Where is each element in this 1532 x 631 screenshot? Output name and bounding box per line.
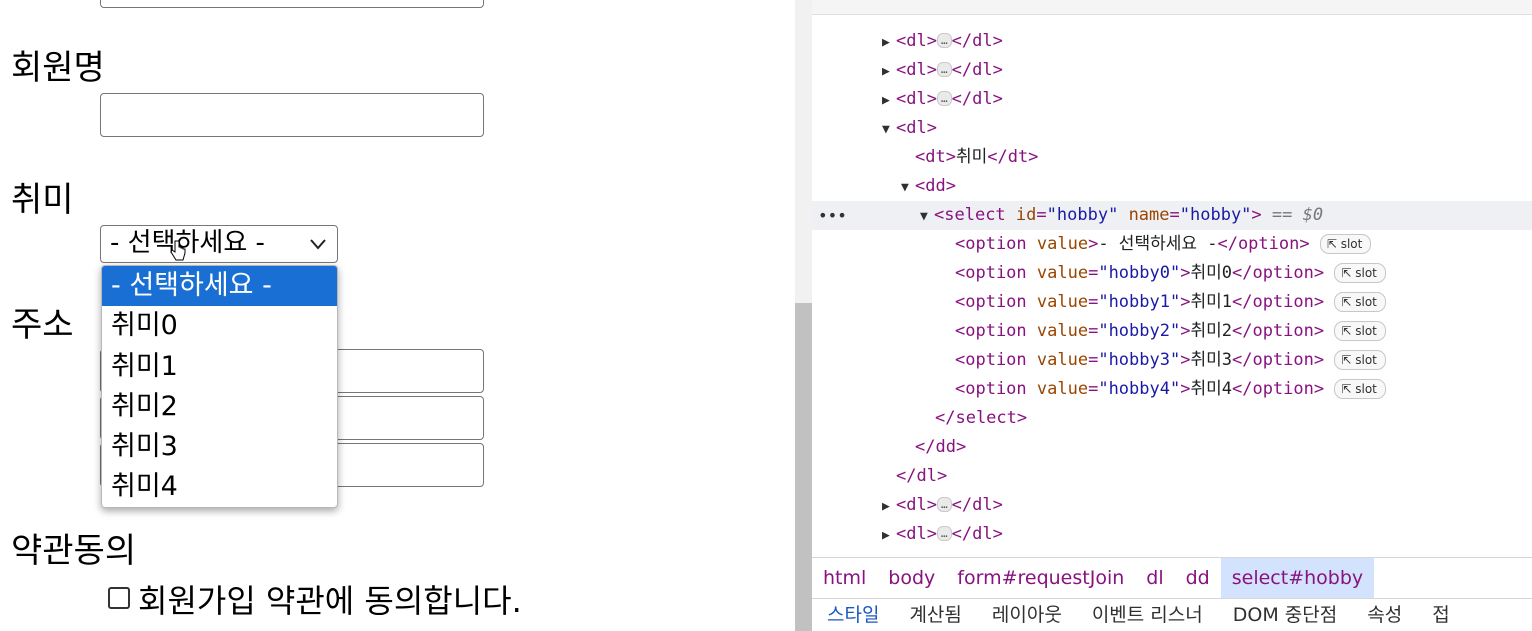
tab-properties[interactable]: 속성 [1352, 599, 1417, 631]
breadcrumb-select[interactable]: select#hobby [1220, 558, 1375, 598]
dom-node-option[interactable]: <option value="hobby4">취미4</option> ⇱ sl… [812, 375, 1532, 404]
dropdown-option[interactable]: 취미4 [102, 467, 337, 507]
expand-triangle-icon[interactable]: ▶ [882, 57, 896, 86]
tab-layout[interactable]: 레이아웃 [977, 599, 1077, 631]
member-name-label: 회원명 [11, 48, 105, 88]
ellipsis-badge[interactable]: … [936, 526, 952, 541]
expand-triangle-icon[interactable]: ▶ [882, 521, 896, 550]
web-page: 회원명 취미 - 선택하세요 - 주소 - 선택하세요 - 취미0 취미1 취미… [0, 0, 795, 631]
dom-node-dl[interactable]: ▶ <dl>… </dl> [812, 56, 1532, 85]
collapse-triangle-icon[interactable]: ▼ [882, 115, 896, 144]
expand-triangle-icon[interactable]: ▶ [882, 28, 896, 57]
terms-label: 약관동의 [11, 531, 137, 571]
dropdown-option[interactable]: 취미0 [102, 306, 337, 346]
member-name-input[interactable] [100, 93, 484, 137]
devtools-subtabs: 스타일 계산됨 레이아웃 이벤트 리스너 DOM 중단점 속성 접 [812, 598, 1532, 631]
dom-node-select-close[interactable]: </select> [812, 404, 1532, 433]
hobby-select-value: - 선택하세요 - [110, 228, 265, 258]
slot-badge[interactable]: ⇱ slot [1334, 350, 1386, 370]
ellipsis-badge[interactable]: … [936, 33, 952, 48]
devtools-toolbar [812, 0, 1532, 15]
dom-node-option[interactable]: <option value="hobby0">취미0</option> ⇱ sl… [812, 259, 1532, 288]
dom-node-select-selected[interactable]: ••• ▼ <select id="hobby" name="hobby"> ==… [812, 201, 1532, 230]
terms-checkbox[interactable] [108, 587, 130, 609]
dropdown-option[interactable]: 취미2 [102, 387, 337, 427]
page-scrollbar-thumb[interactable] [795, 303, 812, 631]
slot-badge[interactable]: ⇱ slot [1334, 263, 1386, 283]
breadcrumb-form[interactable]: form#requestJoin [946, 558, 1135, 598]
previous-field-input[interactable] [100, 0, 484, 8]
dom-node-dl-close[interactable]: </dl> [812, 462, 1532, 491]
collapse-triangle-icon[interactable]: ▼ [901, 173, 915, 202]
slot-badge[interactable]: ⇱ slot [1334, 292, 1386, 312]
dom-node-dl[interactable]: ▶ <dl>… </dl> [812, 520, 1532, 549]
address-label: 주소 [11, 305, 74, 345]
dom-node-dl[interactable]: ▶ <dl>… </dl> [812, 85, 1532, 114]
slot-badge[interactable]: ⇱ slot [1319, 234, 1372, 254]
dom-node-dl[interactable]: ▶ <dl>… </dl> [812, 27, 1532, 56]
breadcrumb-html[interactable]: html [812, 558, 877, 598]
tab-accessibility[interactable]: 접 [1417, 599, 1464, 631]
hobby-label: 취미 [11, 180, 74, 220]
dropdown-option[interactable]: 취미1 [102, 347, 337, 387]
ellipsis-badge[interactable]: … [936, 497, 952, 512]
expand-triangle-icon[interactable]: ▶ [882, 86, 896, 115]
terms-checkbox-text: 회원가입 약관에 동의합니다. [138, 582, 522, 620]
collapse-triangle-icon[interactable]: ▼ [920, 202, 934, 231]
more-options-icon[interactable]: ••• [818, 201, 847, 230]
dom-node-dl-open[interactable]: ▼ <dl> [812, 114, 1532, 143]
dom-node-option[interactable]: <option value="hobby3">취미3</option> ⇱ sl… [812, 346, 1532, 375]
slot-badge[interactable]: ⇱ slot [1334, 321, 1386, 341]
expand-triangle-icon[interactable]: ▶ [882, 492, 896, 521]
dom-node-option[interactable]: <option value>- 선택하세요 -</option> ⇱ slot [812, 230, 1532, 259]
breadcrumb-body[interactable]: body [877, 558, 946, 598]
breadcrumb: html body form#requestJoin dl dd select#hobby [812, 557, 1532, 598]
ellipsis-badge[interactable]: … [936, 91, 952, 106]
breadcrumb-dd[interactable]: dd [1175, 558, 1221, 598]
tab-styles[interactable]: 스타일 [812, 599, 894, 631]
hobby-select[interactable]: - 선택하세요 - [100, 225, 338, 263]
dom-node-dl[interactable]: ▶ <dl>… </dl> [812, 491, 1532, 520]
dom-node-dt[interactable]: <dt>취미</dt> [812, 143, 1532, 172]
tab-dom-breakpoints[interactable]: DOM 중단점 [1218, 599, 1352, 631]
ellipsis-badge[interactable]: … [936, 62, 952, 77]
dom-node-dd[interactable]: ▼ <dd> [812, 172, 1532, 201]
chevron-down-icon [310, 239, 326, 250]
dropdown-option[interactable]: - 선택하세요 - [102, 266, 337, 307]
dom-node-dd-close[interactable]: </dd> [812, 433, 1532, 462]
slot-badge[interactable]: ⇱ slot [1334, 379, 1386, 399]
breadcrumb-dl[interactable]: dl [1135, 558, 1174, 598]
hobby-dropdown-list[interactable]: - 선택하세요 - 취미0 취미1 취미2 취미3 취미4 [101, 265, 338, 508]
dom-node-option[interactable]: <option value="hobby2">취미2</option> ⇱ sl… [812, 317, 1532, 346]
devtools-panel: ▶ <dl>… </dl> ▶ <dl>… </dl> ▶ <dl>… </dl> ▼ <dl… [812, 0, 1532, 631]
tab-computed[interactable]: 계산됨 [894, 599, 976, 631]
mouse-pointer-icon [170, 240, 186, 261]
tab-event-listeners[interactable]: 이벤트 리스너 [1077, 599, 1218, 631]
dom-node-option[interactable]: <option value="hobby1">취미1</option> ⇱ sl… [812, 288, 1532, 317]
terms-agree[interactable]: 회원가입 약관에 동의합니다. [108, 582, 522, 620]
dropdown-option[interactable]: 취미3 [102, 427, 337, 467]
